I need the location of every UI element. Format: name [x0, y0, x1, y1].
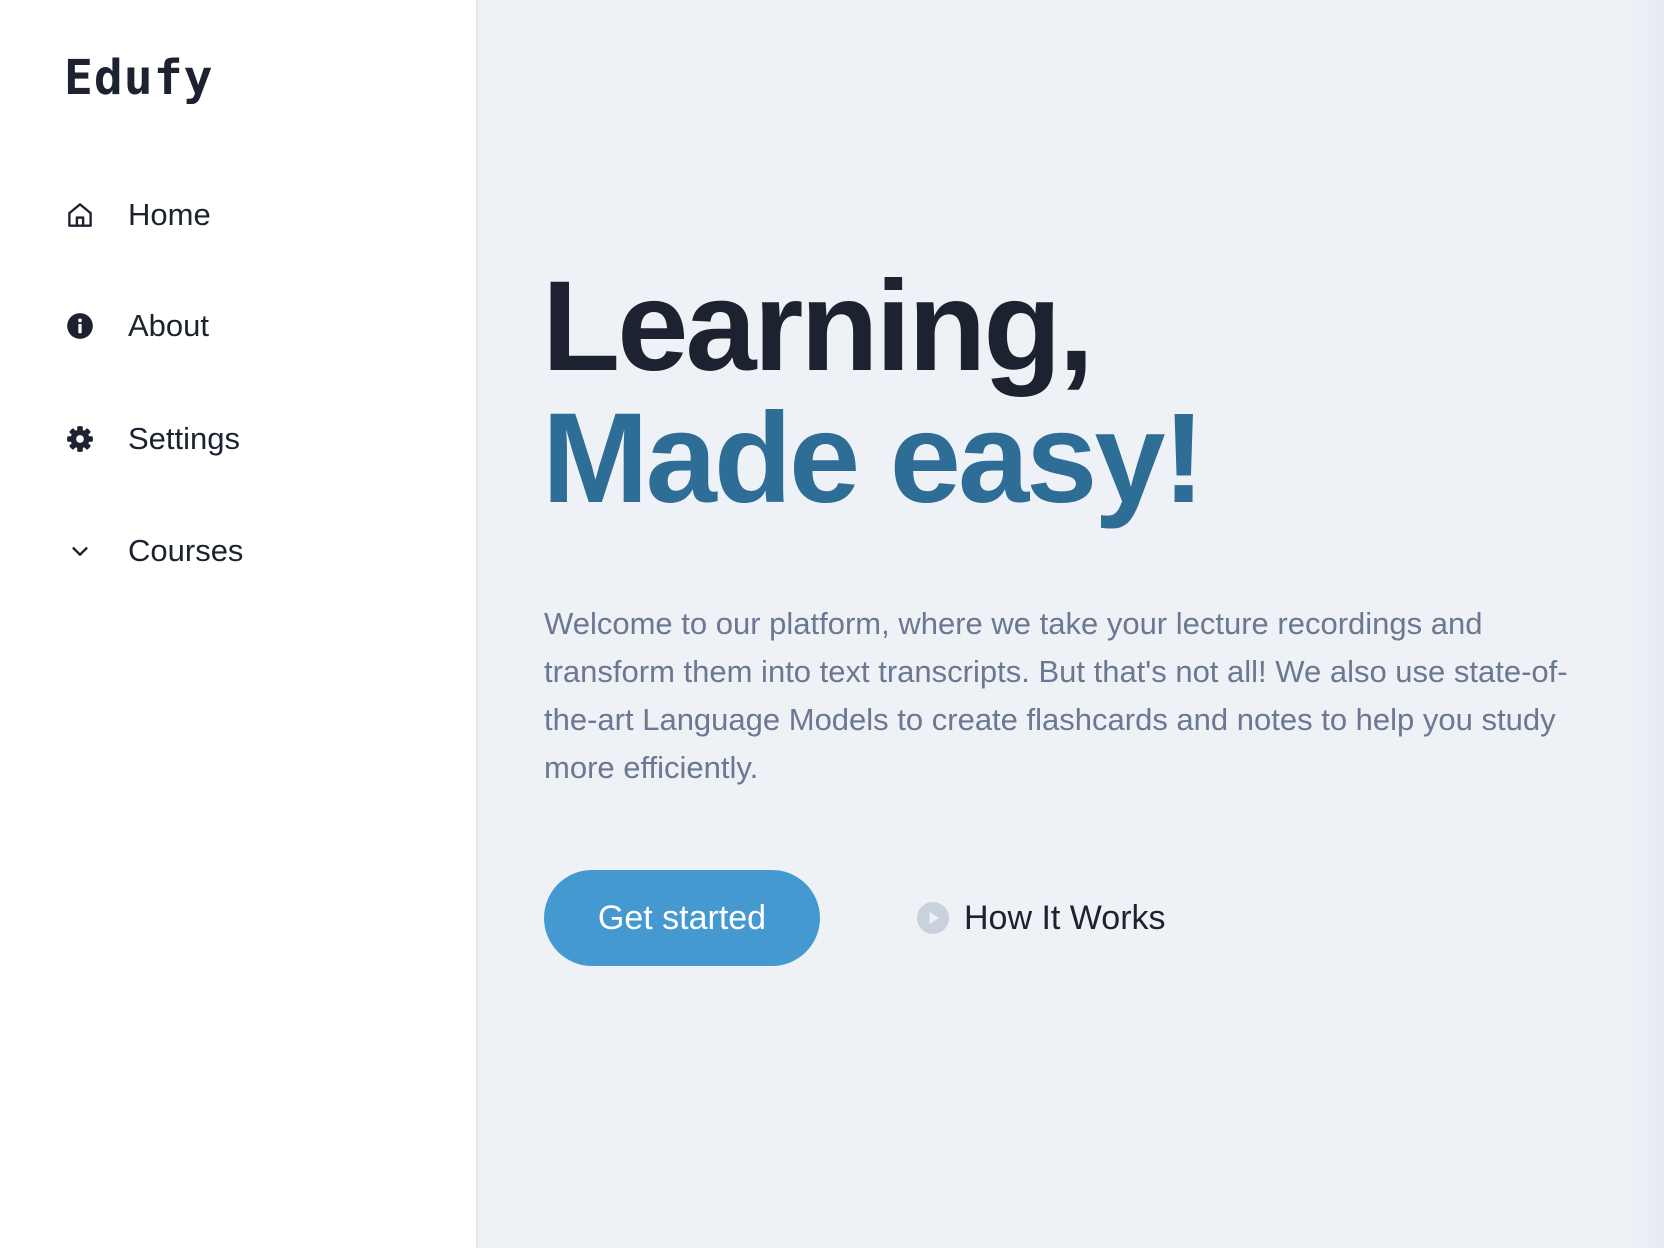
- sidebar-item-courses[interactable]: Courses: [64, 527, 243, 575]
- sidebar-item-about[interactable]: About: [64, 302, 209, 350]
- sidebar-item-label: Courses: [128, 533, 244, 568]
- how-it-works-label: How It Works: [964, 899, 1166, 937]
- sidebar-item-label: About: [128, 308, 210, 343]
- info-icon: [64, 310, 96, 342]
- get-started-button[interactable]: Get started: [544, 870, 820, 966]
- app-logo[interactable]: Edufy: [64, 48, 214, 108]
- sidebar: Edufy Home About Settings Courses: [0, 0, 478, 1248]
- sidebar-item-label: Home: [128, 197, 211, 232]
- home-icon: [64, 199, 96, 231]
- main-content: Learning, Made easy! Welcome to our plat…: [478, 0, 1664, 1248]
- play-icon: [916, 901, 950, 935]
- gear-icon: [64, 423, 96, 455]
- hero-headline-line1: Learning,: [542, 255, 1094, 398]
- chevron-down-icon: [64, 535, 96, 567]
- edge-shadow: [1624, 0, 1664, 1248]
- sidebar-item-settings[interactable]: Settings: [64, 415, 240, 463]
- sidebar-item-label: Settings: [128, 421, 241, 456]
- how-it-works-button[interactable]: How It Works: [916, 893, 1166, 943]
- sidebar-item-home[interactable]: Home: [64, 191, 211, 239]
- hero-description: Welcome to our platform, where we take y…: [544, 606, 1568, 785]
- hero-headline-line2: Made easy!: [542, 387, 1205, 530]
